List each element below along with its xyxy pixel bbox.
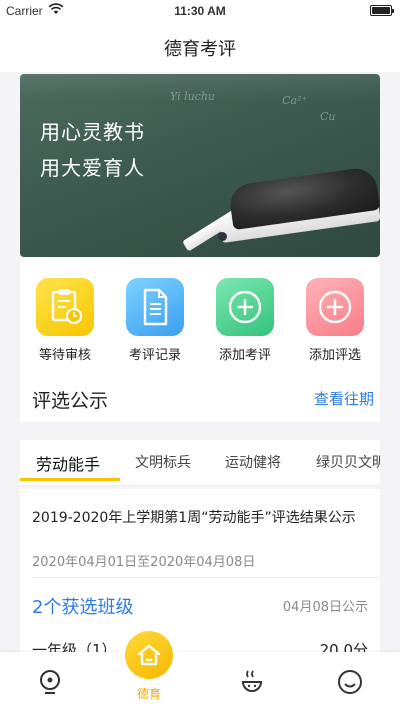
nav-bar: 德育考评 [0, 22, 400, 72]
deyu-tab-button[interactable]: 德育 [120, 626, 180, 710]
active-tab-indicator [20, 478, 120, 481]
plus-circle-icon [306, 278, 364, 336]
banner-image[interactable]: Yi luchu Ca²⁺ Cu 用心灵教书 用大爱育人 [20, 74, 380, 257]
add-review-label: 添加考评 [218, 348, 271, 363]
bottom-tab-bar [0, 652, 400, 710]
publish-date: 04月08日公示 [282, 600, 368, 615]
page-title: 德育考评 [164, 39, 236, 60]
selected-classes-count: 2个获选班级 [32, 597, 134, 618]
banner-slogan-1: 用心灵教书 [40, 120, 145, 144]
deyu-tab-label: 德育 [136, 687, 161, 701]
home-dot-icon[interactable] [36, 668, 64, 696]
hot-pot-icon[interactable] [238, 668, 266, 696]
result-card[interactable]: 2019-2020年上学期第1周“劳动能手”评选结果公示 2020年04月01日… [20, 489, 380, 659]
review-records-button[interactable]: 考评记录 [115, 278, 195, 363]
add-review-button[interactable]: 添加考评 [205, 278, 285, 363]
status-time: 11:30 AM [174, 4, 226, 18]
tab-sports[interactable]: 运动健将 [225, 452, 281, 472]
quick-actions: 等待审核 考评记录 添加考评 添加评选 [20, 258, 380, 370]
review-records-label: 考评记录 [128, 348, 181, 363]
document-icon [126, 278, 184, 336]
carousel-dot [218, 232, 227, 241]
tab-labor[interactable]: 劳动能手 [36, 451, 100, 475]
result-date-range: 2020年04月01日至2020年04月08日 [32, 555, 256, 570]
add-selection-label: 添加评选 [308, 348, 361, 363]
category-tabs: 劳动能手 文明标兵 运动健将 绿贝贝文明 [20, 440, 380, 486]
status-bar: Carrier 11:30 AM [0, 0, 400, 22]
plus-circle-icon [216, 278, 274, 336]
notice-header: 评选公示 查看往期 [20, 370, 380, 422]
tab-civility[interactable]: 文明标兵 [135, 452, 191, 472]
deyu-house-icon [125, 631, 173, 679]
divider [32, 577, 380, 578]
pending-review-label: 等待审核 [38, 348, 91, 363]
view-history-link[interactable]: 查看往期 [314, 388, 374, 409]
banner-slogan-2: 用大爱育人 [40, 156, 145, 180]
chalk-scribble: Cu [320, 110, 336, 123]
chalk-scribble: Ca²⁺ [282, 94, 308, 107]
battery-icon [370, 5, 394, 16]
result-title: 2019-2020年上学期第1周“劳动能手”评选结果公示 [32, 510, 356, 526]
tab-green-baby[interactable]: 绿贝贝文明 [316, 452, 380, 472]
add-selection-button[interactable]: 添加评选 [295, 278, 375, 363]
section-title: 评选公示 [32, 390, 109, 412]
deyu-tab-circle [120, 626, 178, 684]
pending-review-button[interactable]: 等待审核 [25, 278, 105, 363]
eraser-illustration [180, 165, 380, 257]
clipboard-clock-icon [36, 278, 94, 336]
smile-icon[interactable] [336, 668, 364, 696]
chalk-scribble: Yi luchu [170, 90, 216, 103]
